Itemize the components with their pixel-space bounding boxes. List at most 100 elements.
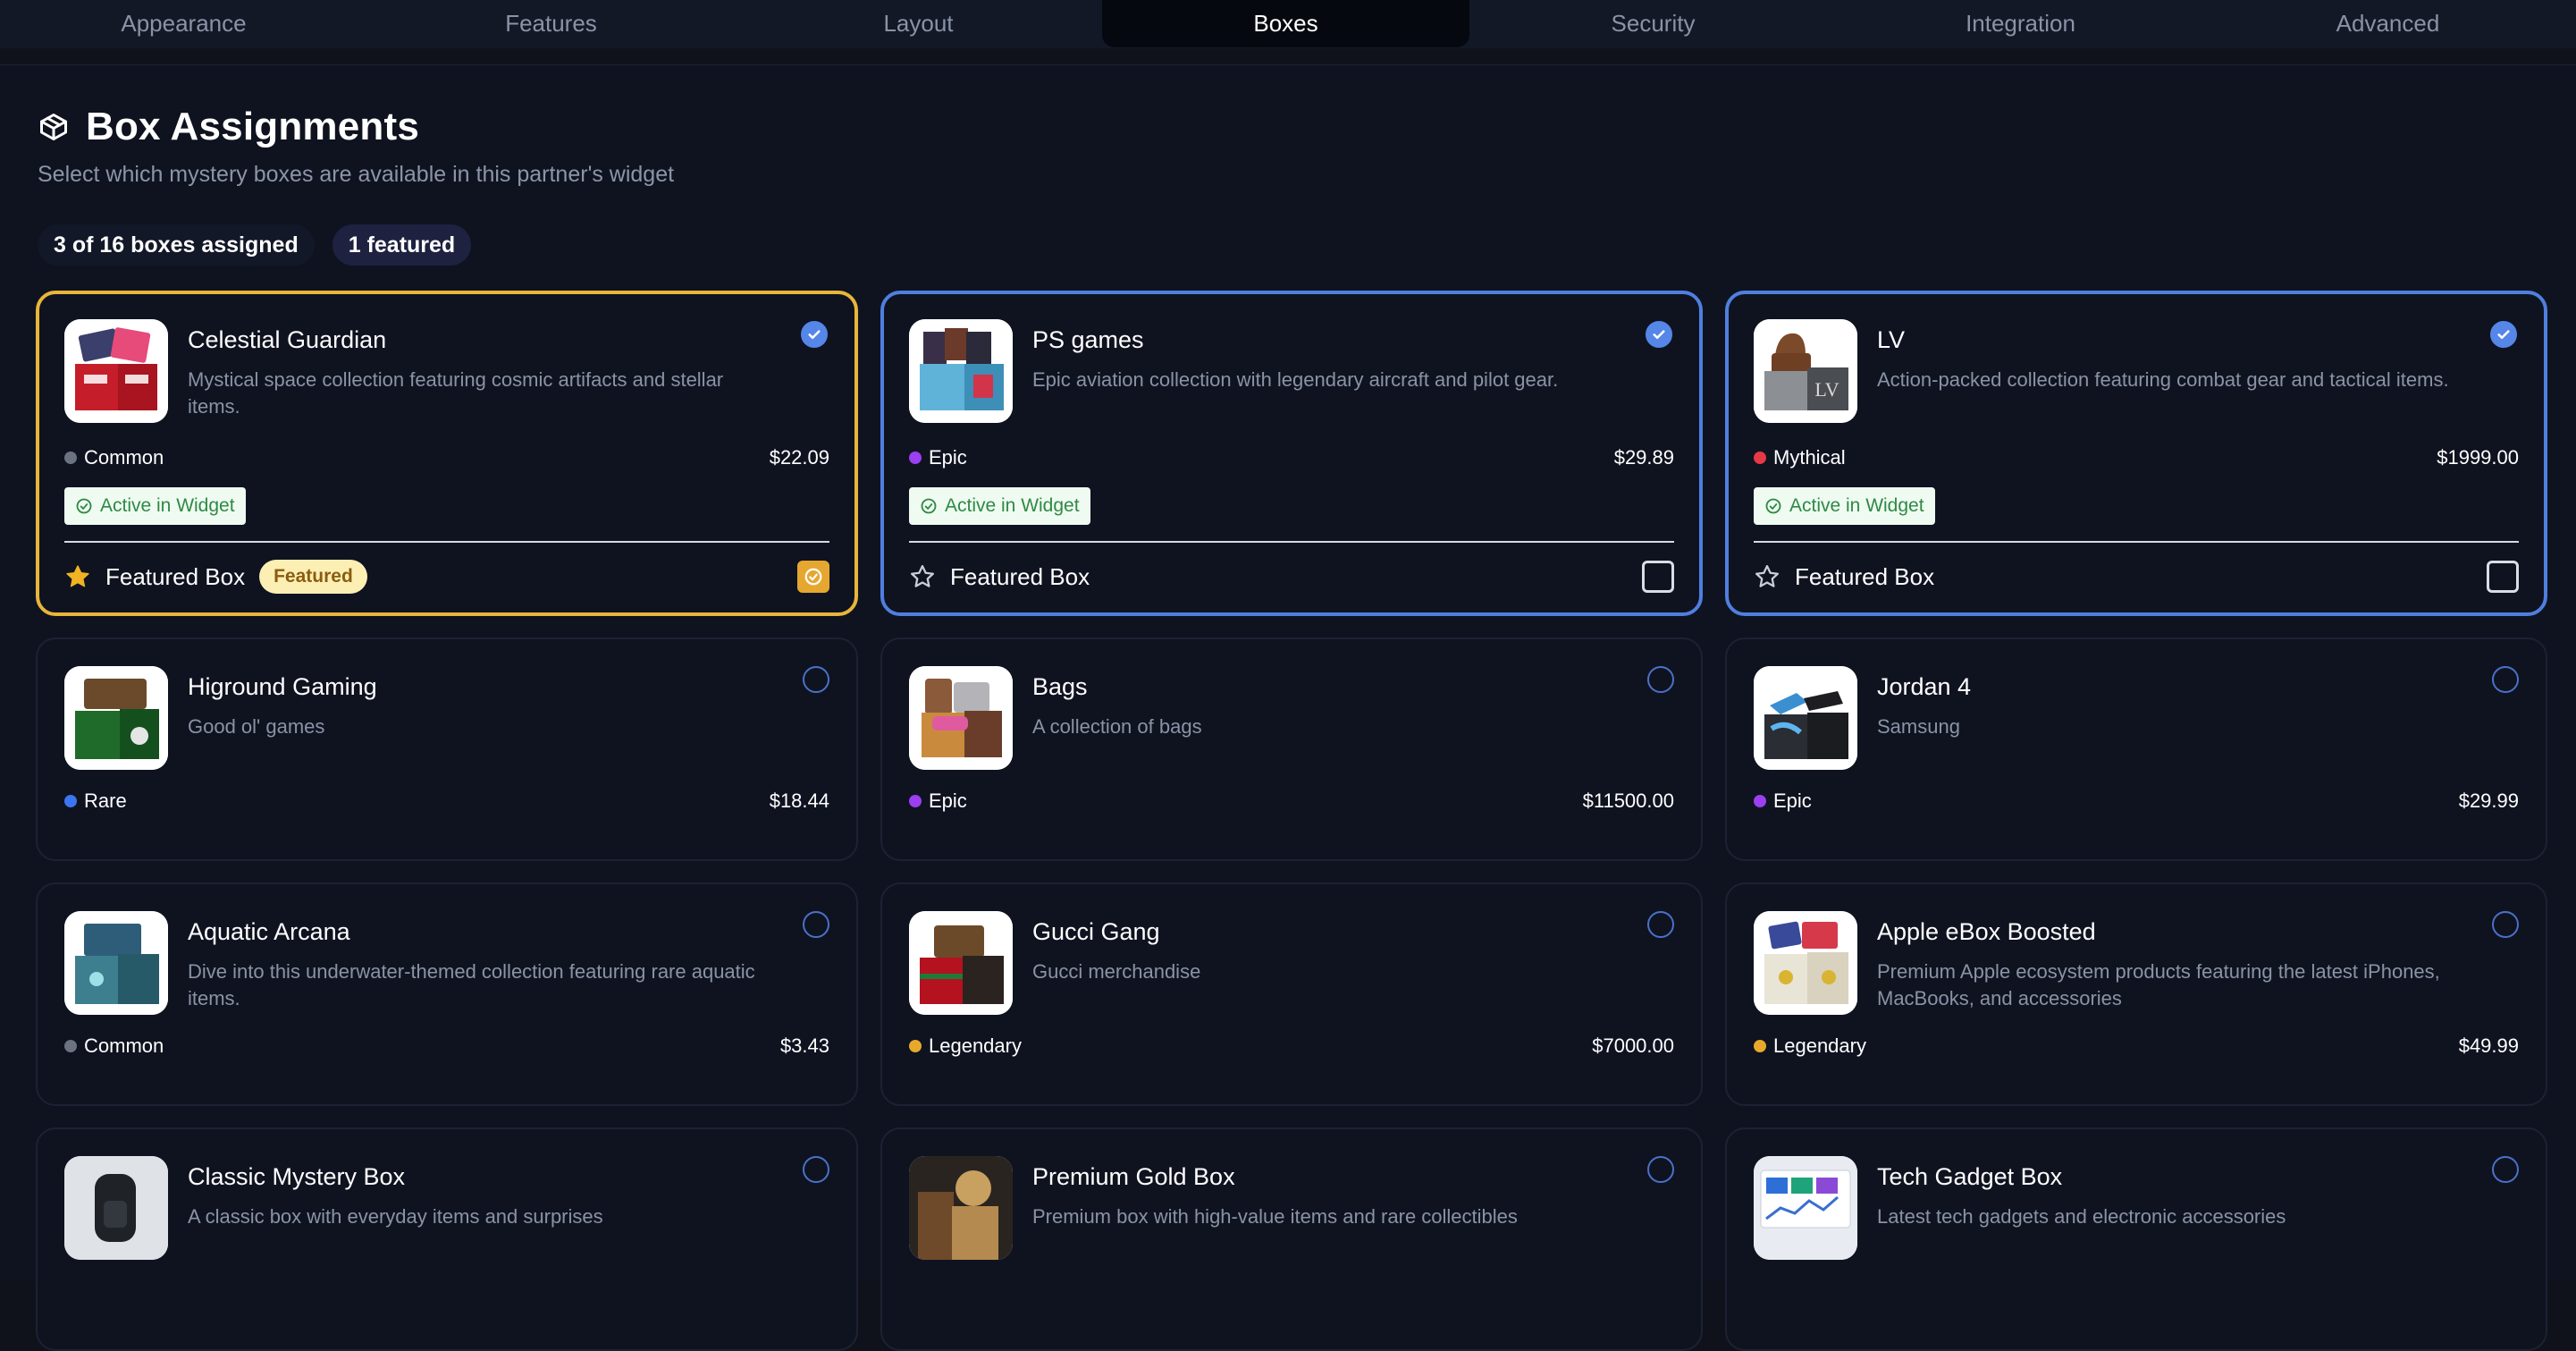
box-card[interactable]: Bags A collection of bags Epic $11500.00: [880, 638, 1703, 861]
box-name: Classic Mystery Box: [188, 1163, 406, 1190]
tab-layout[interactable]: Layout: [735, 0, 1102, 47]
featured-box-row: Featured Box Featured: [64, 553, 829, 600]
featured-count-badge: 1 featured: [332, 224, 472, 266]
box-description: Premium Apple ecosystem products featuri…: [1877, 960, 2440, 1009]
box-card[interactable]: Gucci Gang Gucci merchandise Legendary $…: [880, 882, 1703, 1106]
tab-boxes[interactable]: Boxes: [1102, 0, 1469, 47]
box-card[interactable]: Apple eBox Boosted Premium Apple ecosyst…: [1725, 882, 2547, 1106]
tab-advanced[interactable]: Advanced: [2204, 0, 2572, 47]
box-description: Epic aviation collection with legendary …: [1032, 368, 1559, 391]
box-card[interactable]: Jordan 4 Samsung Epic $29.99: [1725, 638, 2547, 861]
card-divider: [64, 541, 829, 543]
active-in-widget-badge: Active in Widget: [64, 487, 246, 525]
rarity-label: Legendary: [909, 1034, 1022, 1058]
featured-box-row: Featured Box: [1754, 553, 2519, 600]
box-card[interactable]: Higround Gaming Good ol' games Rare $18.…: [36, 638, 858, 861]
box-thumbnail: [909, 319, 1013, 423]
box-name: Bags: [1032, 673, 1088, 700]
featured-toggle[interactable]: [2487, 561, 2519, 593]
rarity-label: Common: [64, 446, 164, 469]
tab-features[interactable]: Features: [367, 0, 735, 47]
select-box-checkbox[interactable]: [2492, 666, 2519, 693]
box-description: Gucci merchandise: [1032, 960, 1201, 983]
checkmark-icon: [2497, 330, 2510, 340]
package-icon: [38, 111, 70, 143]
box-price: $29.89: [1613, 446, 1674, 469]
rarity-dot: [64, 795, 77, 807]
box-description: A classic box with everyday items and su…: [188, 1205, 603, 1228]
box-card[interactable]: Tech Gadget Box Latest tech gadgets and …: [1725, 1127, 2547, 1351]
select-box-checkbox[interactable]: [1647, 666, 1674, 693]
select-box-checkbox[interactable]: [803, 1156, 829, 1183]
card-divider: [909, 541, 1674, 543]
rarity-dot: [909, 795, 922, 807]
box-thumbnail: [1754, 911, 1857, 1015]
box-card[interactable]: LV LV Action-packed collection featuring…: [1725, 291, 2547, 616]
box-price: $49.99: [2458, 1034, 2519, 1057]
featured-box-label: Featured Box: [1795, 562, 1935, 590]
box-thumbnail: [64, 1156, 168, 1260]
box-card[interactable]: Premium Gold Box Premium box with high-v…: [880, 1127, 1703, 1351]
box-thumbnail: LV: [1754, 319, 1857, 423]
select-box-checkbox[interactable]: [2492, 911, 2519, 938]
tab-integration[interactable]: Integration: [1837, 0, 2204, 47]
select-box-checkbox[interactable]: [803, 666, 829, 693]
star-outline-icon: [1755, 565, 1779, 587]
box-card[interactable]: PS games Epic aviation collection with l…: [880, 291, 1703, 616]
svg-text:LV: LV: [1814, 378, 1839, 401]
box-price: $1999.00: [2437, 446, 2519, 469]
box-price: $22.09: [769, 446, 829, 469]
box-card[interactable]: Aquatic Arcana Dive into this underwater…: [36, 882, 858, 1106]
rarity-label: Mythical: [1754, 446, 1846, 469]
select-box-checkbox[interactable]: [1647, 1156, 1674, 1183]
settings-tab-bar: Appearance Features Layout Boxes Securit…: [0, 0, 2576, 48]
box-meta: Common $22.09: [64, 446, 829, 469]
select-box-checkbox[interactable]: [2492, 1156, 2519, 1183]
box-meta: Epic $29.89: [909, 446, 1674, 469]
box-thumbnail: [64, 666, 168, 770]
title-row: Box Assignments: [38, 105, 674, 149]
star-filled-icon: [66, 565, 89, 587]
checkmark-icon: [1653, 330, 1665, 340]
rarity-label: Legendary: [1754, 1034, 1866, 1058]
box-price: $7000.00: [1592, 1034, 1674, 1057]
box-description: Action-packed collection featuring comba…: [1877, 368, 2449, 391]
rarity-dot: [1754, 795, 1766, 807]
select-box-checkbox[interactable]: [1647, 911, 1674, 938]
box-meta: Legendary $49.99: [1754, 1034, 2519, 1058]
box-description: Samsung: [1877, 715, 1960, 738]
box-description: Dive into this underwater-themed collect…: [188, 960, 755, 1009]
featured-badge: Featured: [259, 560, 367, 594]
featured-toggle[interactable]: [1642, 561, 1674, 593]
box-meta: Legendary $7000.00: [909, 1034, 1674, 1058]
box-card[interactable]: Celestial Guardian Mystical space collec…: [36, 291, 858, 616]
box-meta: Epic $29.99: [1754, 789, 2519, 813]
featured-toggle[interactable]: [797, 561, 829, 593]
check-circle-icon: [1765, 498, 1781, 514]
box-card[interactable]: Classic Mystery Box A classic box with e…: [36, 1127, 858, 1351]
active-in-widget-badge: Active in Widget: [909, 487, 1090, 525]
tab-security[interactable]: Security: [1469, 0, 1837, 47]
select-box-checkbox[interactable]: [801, 321, 828, 348]
select-box-checkbox[interactable]: [2490, 321, 2517, 348]
box-grid: Celestial Guardian Mystical space collec…: [36, 291, 2547, 1351]
box-description: Premium box with high-value items and ra…: [1032, 1205, 1518, 1228]
box-name: LV: [1877, 326, 1906, 353]
box-thumbnail: [64, 319, 168, 423]
box-price: $29.99: [2458, 789, 2519, 812]
rarity-label: Common: [64, 1034, 164, 1058]
rarity-dot: [909, 1040, 922, 1052]
box-meta: Rare $18.44: [64, 789, 829, 813]
select-box-checkbox[interactable]: [1646, 321, 1672, 348]
select-box-checkbox[interactable]: [803, 911, 829, 938]
tab-appearance[interactable]: Appearance: [0, 0, 367, 47]
box-thumbnail: [909, 1156, 1013, 1260]
rarity-label: Epic: [1754, 789, 1812, 813]
card-divider: [1754, 541, 2519, 543]
box-price: $11500.00: [1582, 789, 1674, 812]
box-thumbnail: [909, 666, 1013, 770]
box-meta: Epic $11500.00: [909, 789, 1674, 813]
box-name: Tech Gadget Box: [1877, 1163, 2063, 1190]
assignment-stats: 3 of 16 boxes assigned 1 featured: [38, 224, 472, 266]
assigned-count-badge: 3 of 16 boxes assigned: [38, 224, 315, 266]
